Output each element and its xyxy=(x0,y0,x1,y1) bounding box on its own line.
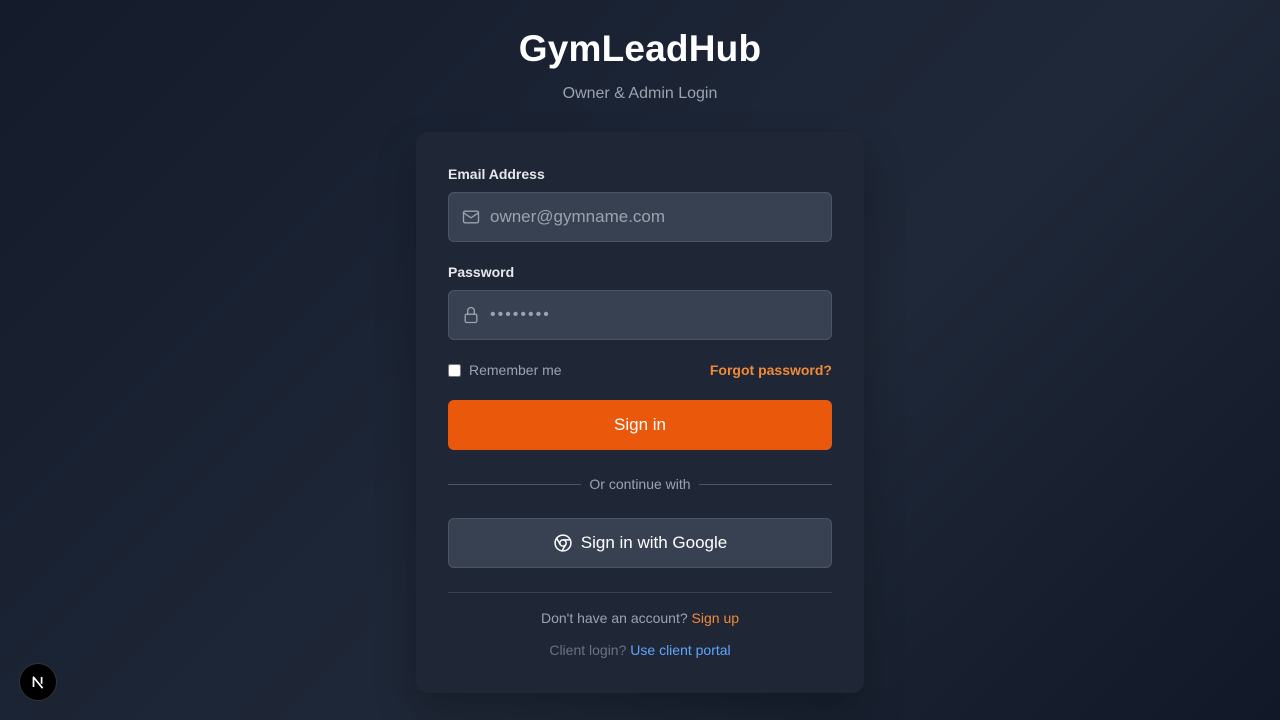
signup-row: Don't have an account? Sign up xyxy=(448,610,832,626)
client-login-row: Client login? Use client portal xyxy=(448,642,832,658)
client-portal-link[interactable]: Use client portal xyxy=(630,642,730,658)
nextjs-logo xyxy=(32,676,44,689)
page-header: GymLeadHub Owner & Admin Login xyxy=(0,28,1280,104)
sign-in-button[interactable]: Sign in xyxy=(448,400,832,450)
email-field-wrapper[interactable] xyxy=(448,192,832,242)
divider-line-right xyxy=(698,483,833,485)
email-input[interactable] xyxy=(490,207,810,227)
login-card: Email Address Password Remember me Forgo… xyxy=(416,132,864,693)
chrome-icon xyxy=(553,533,573,553)
lock-icon xyxy=(461,305,481,325)
remember-forgot-row: Remember me Forgot password? xyxy=(448,360,832,380)
password-input[interactable] xyxy=(490,306,810,324)
password-field-wrapper[interactable] xyxy=(448,290,832,340)
client-prompt: Client login? xyxy=(549,642,627,658)
or-divider: Or continue with xyxy=(448,474,833,494)
google-sign-in-button[interactable]: Sign in with Google xyxy=(448,518,832,568)
sign-up-link[interactable]: Sign up xyxy=(692,610,739,626)
google-sign-in-label: Sign in with Google xyxy=(580,533,728,552)
mail-icon xyxy=(461,207,481,227)
forgot-password-link[interactable]: Forgot password? xyxy=(710,362,832,378)
remember-me[interactable]: Remember me xyxy=(448,362,562,378)
remember-checkbox[interactable] xyxy=(448,363,461,377)
divider-text: Or continue with xyxy=(589,476,691,492)
signup-prompt: Don't have an account? xyxy=(540,610,688,626)
remember-label: Remember me xyxy=(469,362,562,378)
footer-separator xyxy=(448,592,832,593)
page-subtitle: Owner & Admin Login xyxy=(562,85,718,102)
email-label: Email Address xyxy=(448,166,545,182)
nextjs-icon[interactable] xyxy=(19,663,57,701)
brand-title: GymLeadHub xyxy=(518,28,762,69)
divider-line-left xyxy=(448,483,582,485)
password-label: Password xyxy=(448,264,515,280)
